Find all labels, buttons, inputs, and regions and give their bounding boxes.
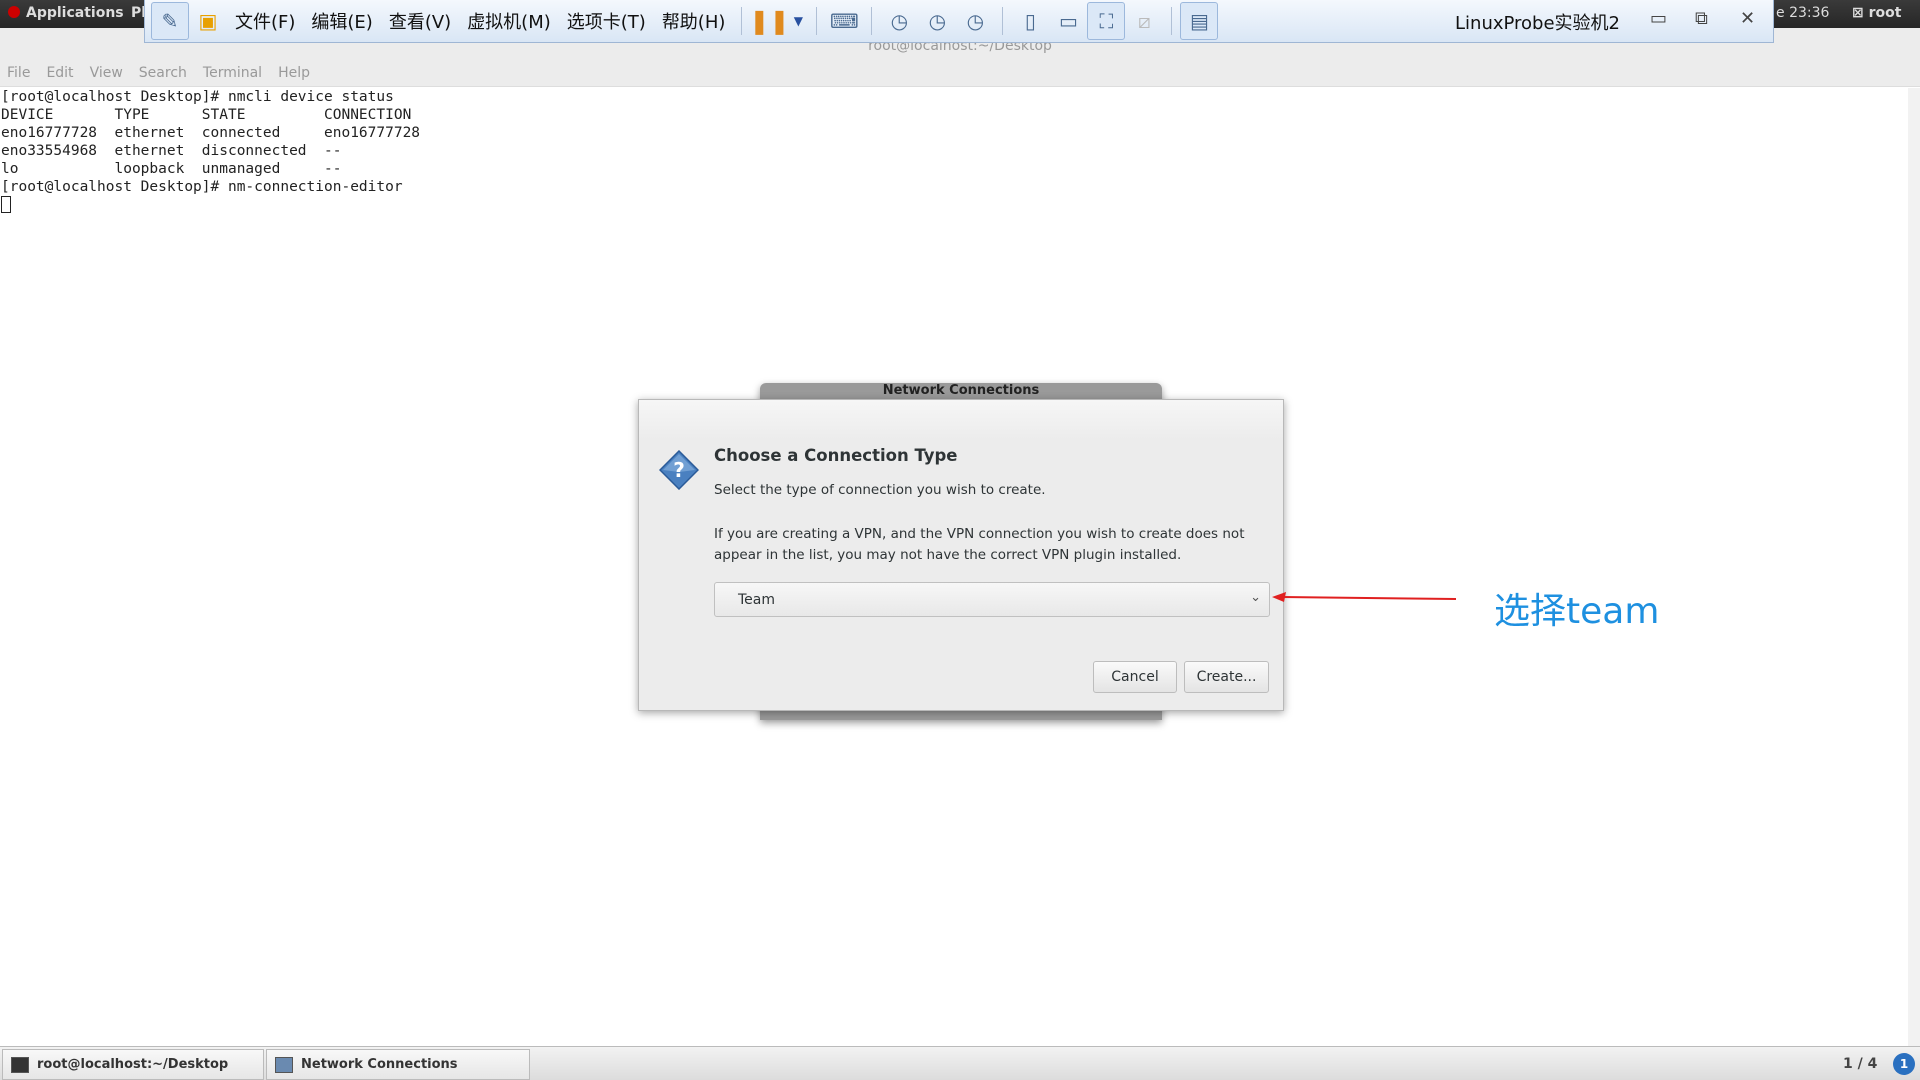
snapshot-take-icon[interactable]: ◷ <box>880 2 918 40</box>
vm-menu-edit[interactable]: 编辑(E) <box>311 8 372 34</box>
dialog-title: Choose a Connection Type <box>714 446 958 465</box>
workspace-pager[interactable]: 1 / 4 <box>1843 1056 1877 1072</box>
vm-title: LinuxProbe实验机2 <box>1455 13 1621 34</box>
console-view-icon[interactable]: ▤ <box>1180 2 1219 40</box>
menu-file[interactable]: File <box>7 65 30 81</box>
question-icon: ? <box>659 450 699 490</box>
terminal-line: [root@localhost Desktop]# nm-connection-… <box>1 179 403 195</box>
minimize-icon[interactable]: ▭ <box>1650 8 1667 29</box>
snapshot-manager-icon[interactable]: ◷ <box>956 2 994 40</box>
annotation-arrow <box>1272 592 1457 602</box>
divider <box>871 7 873 35</box>
restore-icon[interactable]: ⧉ <box>1695 8 1708 29</box>
terminal-line: lo loopback unmanaged -- <box>1 161 342 177</box>
menu-view[interactable]: View <box>90 65 123 81</box>
vm-menu-view[interactable]: 查看(V) <box>389 8 451 34</box>
divider <box>1002 7 1004 35</box>
dialog-note: If you are creating a VPN, and the VPN c… <box>714 526 1245 563</box>
menu-search[interactable]: Search <box>139 65 187 81</box>
vmware-toolbar: ✎ ▣ 文件(F) 编辑(E) 查看(V) 虚拟机(M) 选项卡(T) 帮助(H… <box>144 0 1774 43</box>
terminal-output[interactable]: [root@localhost Desktop]# nmcli device s… <box>1 88 420 215</box>
taskbar-label: Network Connections <box>301 1057 458 1072</box>
network-icon <box>275 1057 293 1073</box>
vmware-logo-icon: ▣ <box>198 9 218 33</box>
menu-help[interactable]: Help <box>278 65 310 81</box>
unity-icon[interactable]: ⧄ <box>1125 2 1163 40</box>
create-button[interactable]: Create... <box>1184 661 1269 693</box>
terminal-line: [root@localhost Desktop]# nmcli device s… <box>1 89 394 105</box>
choose-connection-type-dialog: ? Choose a Connection Type Select the ty… <box>638 399 1284 711</box>
dropdown-icon[interactable]: ▼ <box>788 2 808 40</box>
cancel-button[interactable]: Cancel <box>1093 661 1177 693</box>
thumbnail-view-icon[interactable]: ▭ <box>1049 2 1087 40</box>
vm-menu-vm[interactable]: 虚拟机(M) <box>467 8 551 34</box>
user-label: root <box>1868 5 1902 21</box>
applications-label: Applications <box>26 5 124 21</box>
notification-badge[interactable]: 1 <box>1893 1053 1915 1075</box>
taskbar-item-network-connections[interactable]: Network Connections <box>266 1049 530 1080</box>
connection-type-select[interactable]: Team ⌄ <box>714 582 1270 617</box>
svg-text:?: ? <box>673 458 685 482</box>
terminal-icon <box>11 1057 29 1073</box>
taskbar-item-terminal[interactable]: root@localhost:~/Desktop <box>2 1049 264 1080</box>
taskbar-label: root@localhost:~/Desktop <box>37 1057 229 1072</box>
pin-icon[interactable]: ✎ <box>151 2 189 40</box>
terminal-line: eno33554968 ethernet disconnected -- <box>1 143 342 159</box>
taskbar: root@localhost:~/Desktop Network Connect… <box>0 1046 1920 1080</box>
terminal-line: eno16777728 ethernet connected eno167777… <box>1 125 421 141</box>
redhat-icon <box>8 6 20 18</box>
menu-edit[interactable]: Edit <box>46 65 73 81</box>
send-keys-icon[interactable]: ⌨ <box>825 2 863 40</box>
fullscreen-icon[interactable]: ⛶ <box>1087 2 1126 40</box>
close-icon[interactable]: ✕ <box>1740 8 1755 29</box>
pause-icon[interactable]: ❚❚ <box>749 2 789 40</box>
vm-menu-file[interactable]: 文件(F) <box>235 8 295 34</box>
vm-menu-help[interactable]: 帮助(H) <box>662 8 726 34</box>
terminal-cursor <box>1 196 11 213</box>
clock[interactable]: e 23:36 <box>1776 5 1829 21</box>
selected-type: Team <box>738 592 776 608</box>
user-icon: ⊠ <box>1852 5 1869 21</box>
divider <box>741 7 743 35</box>
applications-menu[interactable]: Applications <box>8 5 124 21</box>
user-menu[interactable]: ⊠ root <box>1852 5 1901 21</box>
terminal-menubar: File Edit View Search Terminal Help <box>0 60 1920 87</box>
network-connections-title: Network Connections <box>882 383 1040 398</box>
menu-terminal[interactable]: Terminal <box>203 65 262 81</box>
vm-menu-tabs[interactable]: 选项卡(T) <box>567 8 646 34</box>
snapshot-revert-icon[interactable]: ◷ <box>918 2 956 40</box>
annotation-text: 选择team <box>1494 591 1660 632</box>
terminal-scrollbar[interactable] <box>1908 88 1920 1046</box>
sidebar-view-icon[interactable]: ▯ <box>1011 2 1049 40</box>
chevron-down-icon: ⌄ <box>1250 590 1261 605</box>
terminal-line: DEVICE TYPE STATE CONNECTION <box>1 107 412 123</box>
divider <box>1171 7 1173 35</box>
dialog-subtitle: Select the type of connection you wish t… <box>714 482 1046 498</box>
divider <box>816 7 818 35</box>
